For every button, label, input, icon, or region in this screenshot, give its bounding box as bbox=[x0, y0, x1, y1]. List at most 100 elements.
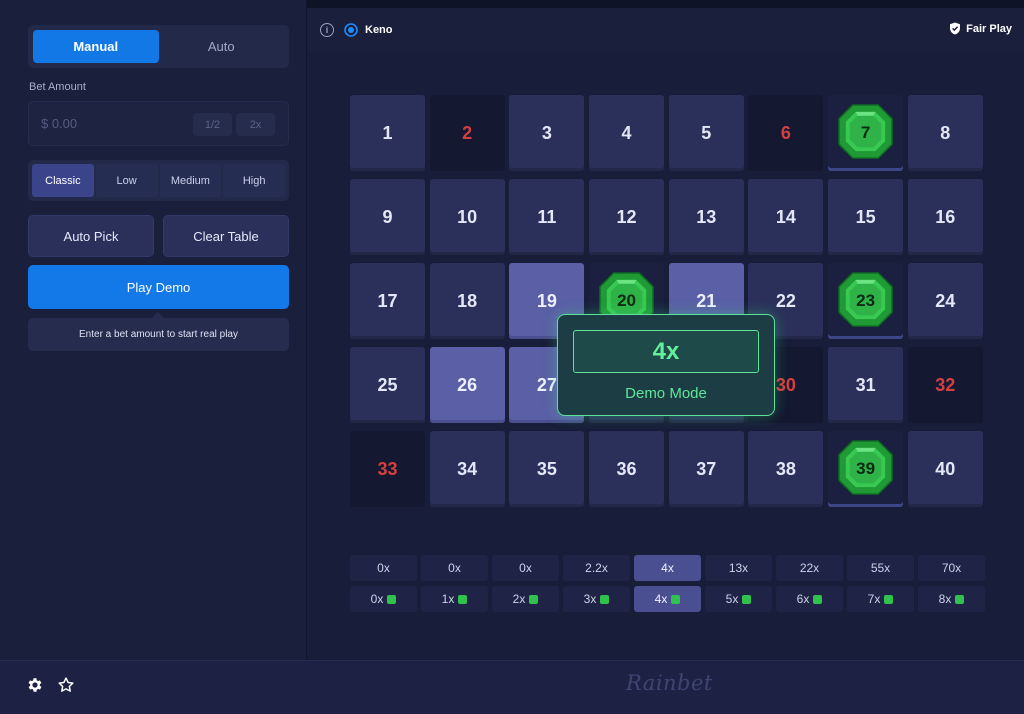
cell-number: 5 bbox=[701, 122, 712, 143]
gem-hit-icon bbox=[884, 594, 894, 604]
keno-cell-3[interactable]: 3 bbox=[509, 95, 585, 171]
gem-hit-icon bbox=[813, 594, 823, 604]
cell-number: 14 bbox=[775, 206, 796, 227]
risk-tabs: Classic Low Medium High bbox=[28, 160, 289, 201]
keno-cell-24[interactable]: 24 bbox=[907, 263, 983, 339]
keno-cell-6[interactable]: 6 bbox=[748, 95, 824, 171]
gem-hit-icon bbox=[529, 594, 539, 604]
cell-number: 20 bbox=[617, 291, 637, 310]
payout-multiplier: 70x bbox=[918, 555, 985, 581]
cell-number: 15 bbox=[855, 206, 876, 227]
keno-cell-11[interactable]: 11 bbox=[509, 179, 585, 255]
keno-cell-34[interactable]: 34 bbox=[429, 431, 505, 507]
auto-pick-button[interactable]: Auto Pick bbox=[28, 215, 154, 257]
gem-hit-icon bbox=[458, 594, 468, 604]
risk-tab-high[interactable]: High bbox=[223, 164, 285, 197]
keno-cell-37[interactable]: 37 bbox=[668, 431, 744, 507]
cell-number: 18 bbox=[457, 290, 478, 311]
keno-cell-9[interactable]: 9 bbox=[350, 179, 425, 255]
keno-cell-38[interactable]: 38 bbox=[748, 431, 824, 507]
cell-number: 6 bbox=[780, 122, 791, 143]
keno-cell-13[interactable]: 13 bbox=[668, 179, 744, 255]
hit-count-label: 8x bbox=[938, 592, 952, 606]
keno-cell-26[interactable]: 26 bbox=[429, 347, 505, 423]
keno-game-icon bbox=[344, 23, 358, 37]
payout-multiplier: 0x bbox=[421, 555, 488, 581]
bet-amount-input[interactable] bbox=[41, 102, 191, 145]
cell-number: 37 bbox=[696, 458, 717, 479]
keno-cell-5[interactable]: 5 bbox=[668, 95, 744, 171]
hit-count-label: 3x bbox=[583, 592, 597, 606]
keno-cell-8[interactable]: 8 bbox=[907, 95, 983, 171]
payout-hit-count: 7x bbox=[847, 586, 914, 612]
cell-number: 16 bbox=[935, 206, 956, 227]
keno-cell-23[interactable]: 23 bbox=[828, 263, 904, 339]
hit-count-label: 2x bbox=[512, 592, 526, 606]
result-popup: 4x Demo Mode bbox=[557, 314, 775, 416]
cell-number: 10 bbox=[457, 206, 478, 227]
keno-cell-18[interactable]: 18 bbox=[429, 263, 505, 339]
half-bet-button[interactable]: 1/2 bbox=[193, 113, 232, 136]
cell-number: 17 bbox=[377, 290, 398, 311]
tab-manual[interactable]: Manual bbox=[33, 30, 159, 63]
game-header: i Keno Fair Play bbox=[307, 8, 1024, 52]
keno-cell-10[interactable]: 10 bbox=[429, 179, 505, 255]
keno-cell-17[interactable]: 17 bbox=[350, 263, 425, 339]
footer-bar: Rainbet bbox=[0, 660, 1024, 714]
cell-number: 35 bbox=[536, 458, 557, 479]
fair-play-label: Fair Play bbox=[966, 22, 1012, 35]
payout-hit-count: 8x bbox=[918, 586, 985, 612]
keno-cell-31[interactable]: 31 bbox=[828, 347, 904, 423]
play-demo-button[interactable]: Play Demo bbox=[28, 265, 289, 309]
cell-number: 25 bbox=[377, 374, 398, 395]
cell-number: 32 bbox=[935, 374, 956, 395]
risk-tab-classic[interactable]: Classic bbox=[32, 164, 94, 197]
popup-label: Demo Mode bbox=[625, 385, 707, 402]
mode-tabs: Manual Auto bbox=[28, 25, 289, 68]
hit-count-label: 7x bbox=[867, 592, 881, 606]
star-icon[interactable] bbox=[57, 676, 75, 694]
keno-cell-35[interactable]: 35 bbox=[509, 431, 585, 507]
keno-cell-2[interactable]: 2 bbox=[429, 95, 505, 171]
bet-amount-label: Bet Amount bbox=[29, 81, 86, 93]
double-bet-button[interactable]: 2x bbox=[236, 113, 275, 136]
rainbet-logo: Rainbet bbox=[626, 671, 713, 695]
payout-hit-count: 0x bbox=[350, 586, 417, 612]
clear-table-button[interactable]: Clear Table bbox=[163, 215, 289, 257]
cell-number: 3 bbox=[541, 122, 552, 143]
keno-cell-4[interactable]: 4 bbox=[589, 95, 665, 171]
gear-icon[interactable] bbox=[26, 676, 44, 694]
keno-cell-12[interactable]: 12 bbox=[589, 179, 665, 255]
cell-number: 21 bbox=[696, 290, 717, 311]
keno-cell-33[interactable]: 33 bbox=[350, 431, 425, 507]
cell-number: 19 bbox=[536, 290, 557, 311]
payout-multiplier: 2.2x bbox=[563, 555, 630, 581]
keno-cell-40[interactable]: 40 bbox=[907, 431, 983, 507]
cell-number: 11 bbox=[537, 206, 557, 227]
keno-cell-15[interactable]: 15 bbox=[828, 179, 904, 255]
risk-tab-low[interactable]: Low bbox=[95, 164, 158, 197]
keno-cell-36[interactable]: 36 bbox=[589, 431, 665, 507]
real-play-hint: Enter a bet amount to start real play bbox=[28, 318, 289, 351]
cell-number: 13 bbox=[696, 206, 717, 227]
info-icon[interactable]: i bbox=[320, 23, 334, 37]
keno-cell-16[interactable]: 16 bbox=[907, 179, 983, 255]
hit-count-label: 6x bbox=[796, 592, 810, 606]
keno-cell-25[interactable]: 25 bbox=[350, 347, 425, 423]
keno-cell-14[interactable]: 14 bbox=[748, 179, 824, 255]
tab-auto[interactable]: Auto bbox=[159, 30, 285, 63]
cell-number: 8 bbox=[940, 122, 951, 143]
risk-tab-medium[interactable]: Medium bbox=[159, 164, 222, 197]
cell-number: 4 bbox=[621, 122, 632, 143]
payout-multiplier: 4x bbox=[634, 555, 701, 581]
keno-cell-1[interactable]: 1 bbox=[350, 95, 425, 171]
payout-multiplier: 55x bbox=[847, 555, 914, 581]
keno-cell-39[interactable]: 39 bbox=[828, 431, 904, 507]
keno-cell-7[interactable]: 7 bbox=[828, 95, 904, 171]
cell-number: 40 bbox=[935, 458, 956, 479]
payout-multiplier: 13x bbox=[705, 555, 772, 581]
fair-play-link[interactable]: Fair Play bbox=[949, 22, 1012, 35]
hit-count-label: 4x bbox=[654, 592, 668, 606]
keno-cell-32[interactable]: 32 bbox=[907, 347, 983, 423]
payout-hit-count: 2x bbox=[492, 586, 559, 612]
